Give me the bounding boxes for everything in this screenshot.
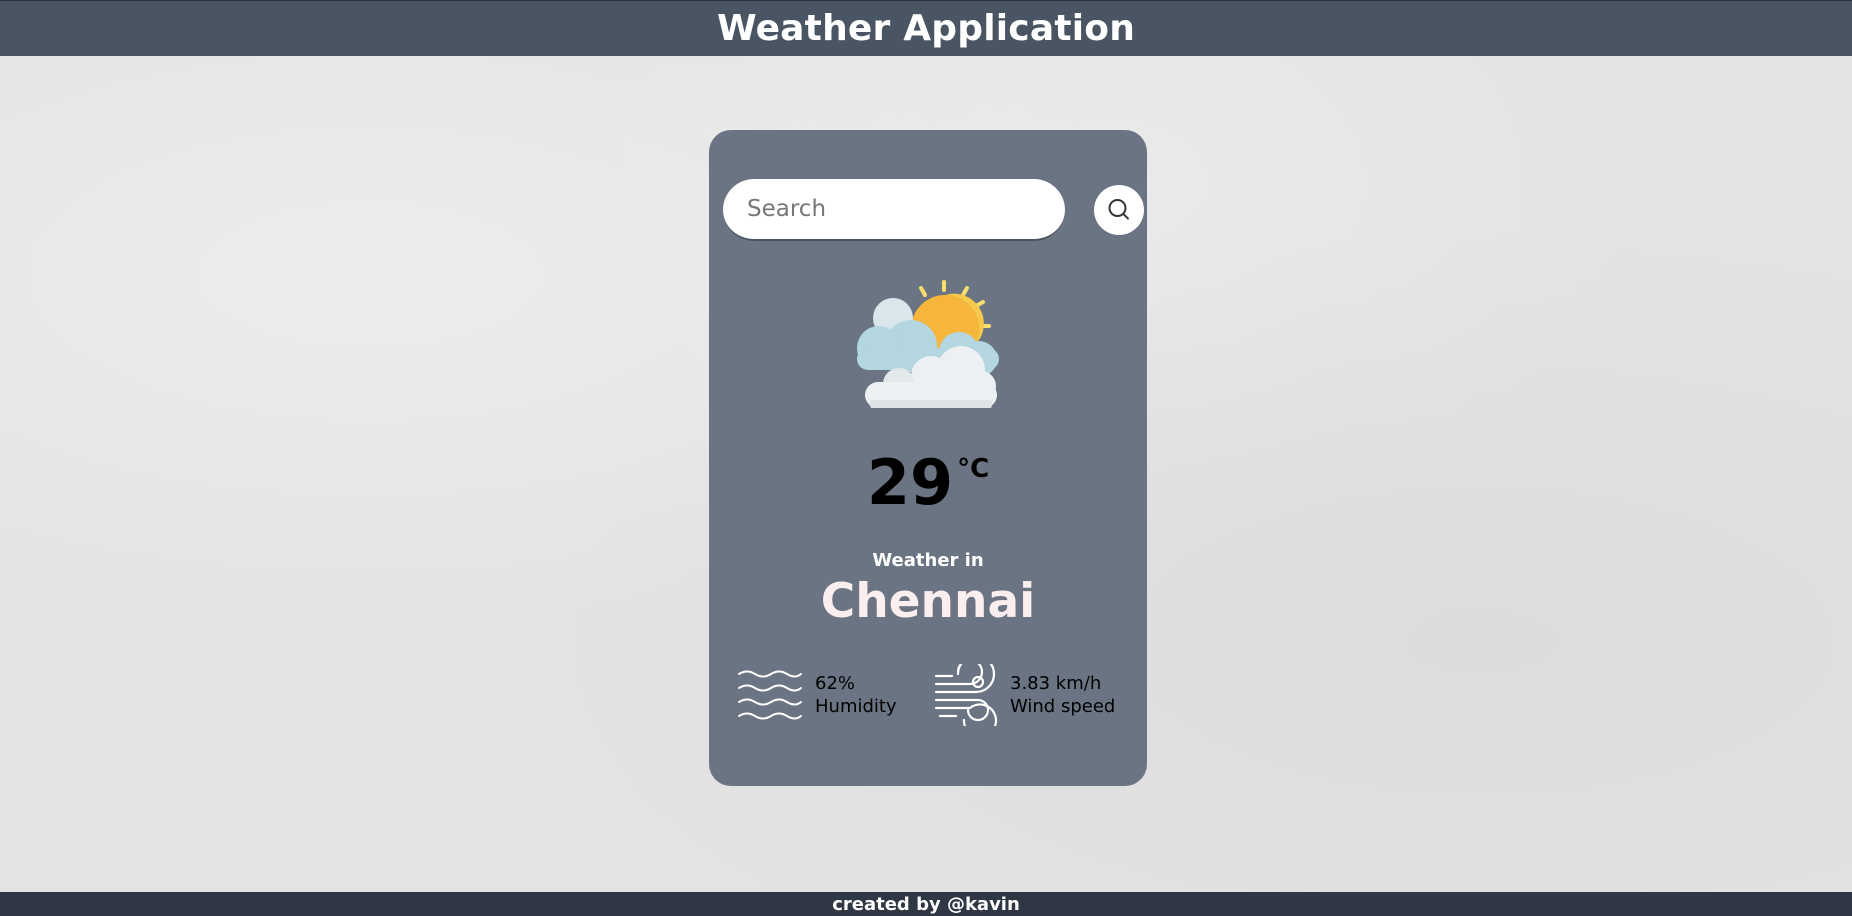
weather-card: 29°C Weather in Chennai 62% Humidity (709, 130, 1147, 786)
temperature-value: 29 (866, 446, 954, 519)
wind-label: Wind speed (1010, 696, 1116, 717)
humidity-stat: 62% Humidity (737, 664, 897, 726)
humidity-waves-icon (738, 670, 802, 720)
wind-icon (934, 664, 998, 726)
city-name: Chennai (820, 574, 1036, 629)
weather-in-label: Weather in (872, 550, 984, 571)
app-footer: created by @kavin (0, 892, 1852, 916)
temperature-unit: °C (957, 454, 990, 484)
footer-credit: created by @kavin (832, 893, 1020, 915)
temperature-display: 29 °C (709, 452, 1147, 514)
partly-cloudy-icon (857, 280, 999, 408)
wind-stat: 3.83 km/h Wind speed (934, 664, 1115, 726)
search-icon (1108, 199, 1129, 220)
humidity-label: Humidity (815, 696, 897, 717)
app-title: Weather Application (716, 8, 1136, 49)
humidity-value: 62% (815, 673, 856, 694)
wind-value: 3.83 km/h (1010, 673, 1102, 694)
search-input[interactable] (723, 179, 1065, 241)
search-button[interactable] (1094, 185, 1144, 235)
search-bar (723, 179, 1144, 241)
app-header: Weather Application (0, 0, 1852, 56)
